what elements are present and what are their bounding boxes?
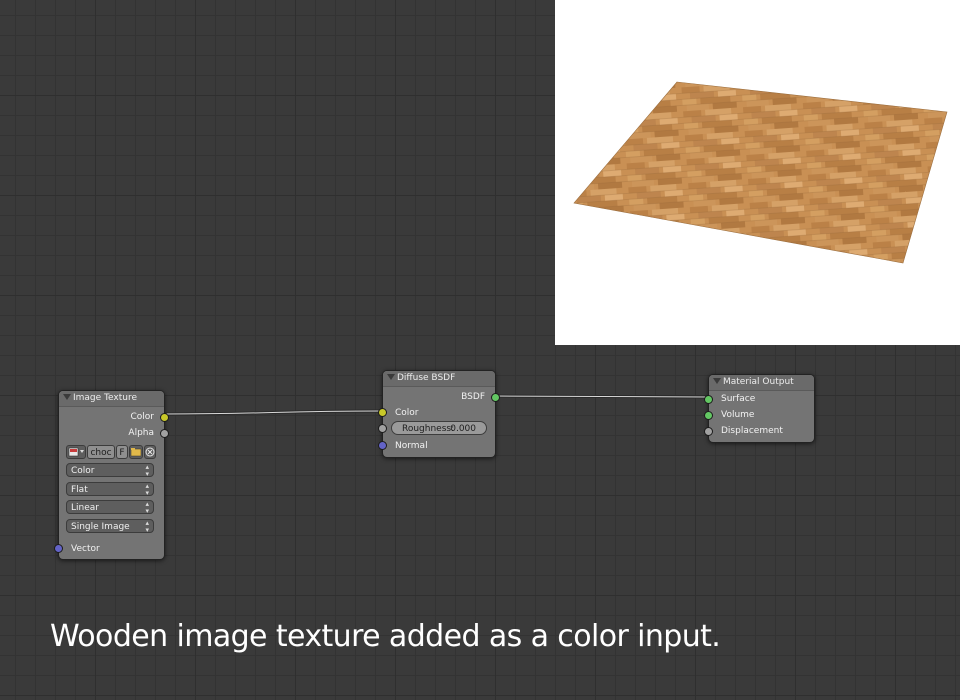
output-alpha-label: Alpha	[128, 428, 154, 438]
collapse-arrow-icon[interactable]	[387, 374, 395, 380]
input-normal-socket[interactable]	[378, 441, 387, 450]
input-volume-label: Volume	[721, 410, 755, 420]
input-surface-label: Surface	[721, 394, 756, 404]
updown-arrows-icon: ▴ ▾	[145, 519, 149, 534]
updown-arrows-icon: ▴ ▾	[145, 500, 149, 515]
node-header[interactable]: Diffuse BSDF	[383, 371, 495, 387]
output-color-socket[interactable]	[160, 413, 169, 422]
color-space-value: Color	[71, 466, 95, 476]
open-image-button[interactable]	[129, 445, 143, 459]
output-alpha-socket[interactable]	[160, 429, 169, 438]
roughness-value: 0.000	[450, 424, 476, 434]
image-icon	[68, 447, 84, 457]
output-bsdf-label: BSDF	[461, 392, 485, 402]
image-selector: choc F	[66, 445, 156, 459]
node-title: Image Texture	[73, 393, 137, 403]
updown-arrows-icon: ▴ ▾	[145, 482, 149, 497]
folder-icon	[130, 448, 142, 457]
material-output-node[interactable]: Material Output Surface Volume Displacem…	[704, 374, 815, 443]
interpolation-value: Linear	[71, 503, 99, 513]
projection-value: Flat	[71, 485, 88, 495]
color-space-dropdown[interactable]: Color ▴ ▾	[66, 463, 154, 478]
input-displacement-socket[interactable]	[704, 427, 713, 436]
render-preview	[555, 0, 960, 345]
roughness-label: Roughness:	[402, 424, 455, 434]
input-vector-label: Vector	[71, 544, 100, 554]
source-value: Single Image	[71, 522, 130, 532]
node-title: Diffuse BSDF	[397, 373, 456, 383]
interpolation-dropdown[interactable]: Linear ▴ ▾	[66, 500, 154, 515]
input-color-label: Color	[395, 408, 419, 418]
input-roughness-socket[interactable]	[378, 424, 387, 433]
input-surface-socket[interactable]	[704, 395, 713, 404]
node-editor[interactable]: Image Texture Color Alpha choc F Color ▴…	[0, 0, 960, 700]
projection-dropdown[interactable]: Flat ▴ ▾	[66, 482, 154, 497]
input-volume-socket[interactable]	[704, 411, 713, 420]
node-header[interactable]: Material Output	[709, 375, 814, 391]
output-color-label: Color	[130, 412, 155, 422]
input-normal-label: Normal	[395, 441, 428, 451]
wooden-plane-render	[573, 81, 948, 264]
source-dropdown[interactable]: Single Image ▴ ▾	[66, 519, 154, 534]
input-vector-socket[interactable]	[54, 544, 63, 553]
diffuse-bsdf-node[interactable]: Diffuse BSDF BSDF Color Roughness: 0.000…	[378, 370, 500, 458]
image-browse-button[interactable]	[66, 445, 86, 459]
output-bsdf-socket[interactable]	[491, 393, 500, 402]
roughness-slider[interactable]: Roughness: 0.000	[391, 421, 487, 435]
node-header[interactable]: Image Texture	[59, 391, 164, 407]
image-name-field[interactable]: choc	[87, 445, 115, 459]
node-title: Material Output	[723, 377, 794, 387]
input-displacement-label: Displacement	[721, 426, 783, 436]
link-bsdf-inner	[493, 395, 709, 398]
close-icon	[145, 447, 155, 457]
updown-arrows-icon: ▴ ▾	[145, 463, 149, 478]
unlink-image-button[interactable]	[144, 445, 156, 459]
image-texture-node[interactable]: Image Texture Color Alpha choc F Color ▴…	[54, 390, 169, 560]
link-color	[162, 409, 383, 416]
link-color-inner	[162, 410, 383, 415]
input-color-socket[interactable]	[378, 408, 387, 417]
collapse-arrow-icon[interactable]	[63, 394, 71, 400]
fake-user-button[interactable]: F	[116, 445, 128, 459]
link-bsdf	[493, 394, 709, 399]
collapse-arrow-icon[interactable]	[713, 378, 721, 384]
caption-text: Wooden image texture added as a color in…	[50, 619, 721, 654]
